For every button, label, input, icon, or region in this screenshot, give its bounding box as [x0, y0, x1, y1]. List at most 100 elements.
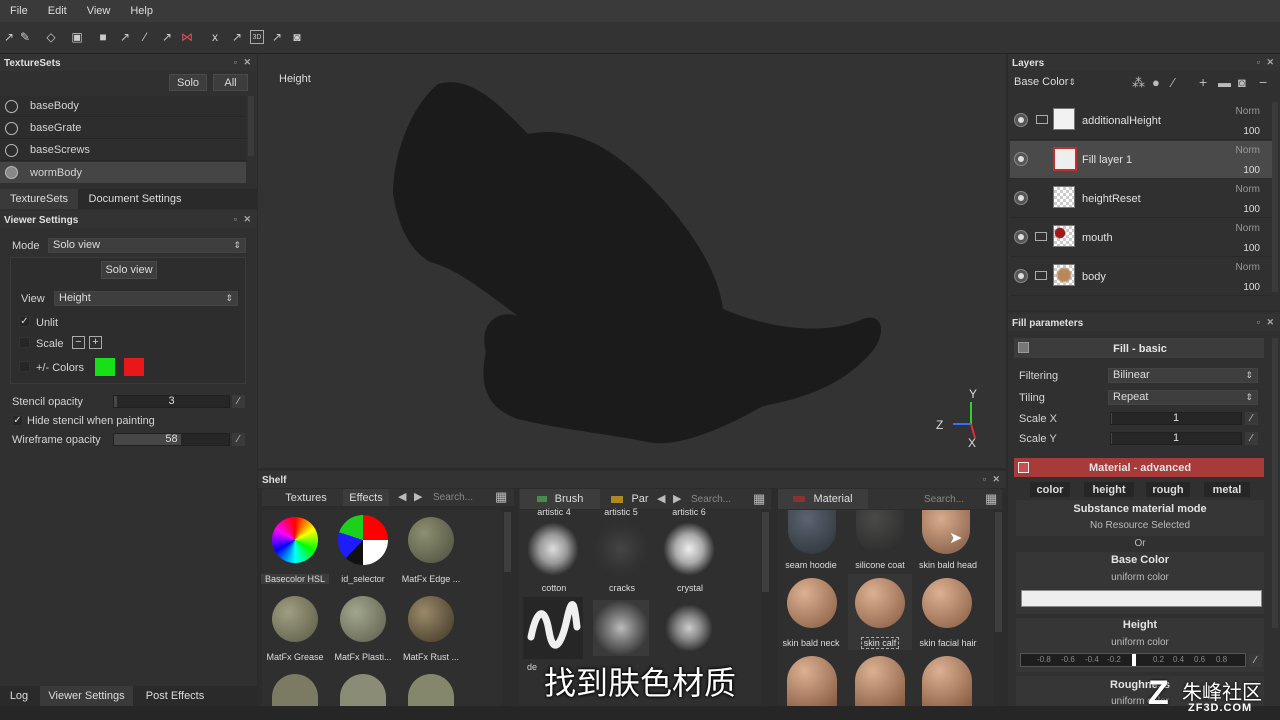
visibility-eye-icon[interactable] [1014, 152, 1028, 166]
base-color-swatch[interactable] [1021, 590, 1262, 607]
grid-view-icon[interactable]: ▦ [495, 489, 507, 505]
popout-icon[interactable]: ↗ [160, 30, 174, 44]
colors-checkbox[interactable] [19, 361, 30, 372]
add-layer-icon[interactable]: + [1199, 74, 1207, 90]
shelf-search-brush[interactable]: Search... [691, 494, 731, 505]
polygon-fill-icon[interactable]: ■ [96, 30, 110, 44]
layer-blend-mode[interactable]: Norm [1236, 145, 1260, 156]
viewport[interactable]: Height Y Z X [258, 54, 1006, 468]
textureset-item-basescrews[interactable]: baseScrews [0, 140, 246, 161]
cotton-brush-thumb[interactable] [525, 520, 581, 578]
solo-view-button[interactable]: Solo view [101, 261, 157, 279]
visibility-eye-icon[interactable] [1014, 191, 1028, 205]
shelf-search-textures[interactable]: Search... [433, 492, 473, 503]
height-slider-thumb[interactable] [1132, 654, 1136, 666]
popout-icon[interactable]: ▫ [1257, 57, 1260, 67]
popout-icon[interactable]: ▫ [234, 214, 237, 224]
popout-icon[interactable]: ↗ [118, 30, 132, 44]
edit-value-icon[interactable]: ⁄ [1245, 412, 1258, 425]
symmetry-icon[interactable]: ⋈ [180, 30, 194, 44]
symmetry-x-icon[interactable]: x [208, 30, 222, 44]
visibility-eye-icon[interactable] [1014, 230, 1028, 244]
layer-row-heightreset[interactable]: heightReset Norm 100 [1010, 180, 1272, 218]
prev-icon[interactable]: ◀ [657, 492, 665, 505]
add-folder-icon[interactable]: ▬ [1218, 75, 1231, 90]
scrollbar[interactable] [1272, 338, 1278, 628]
plus-icon[interactable]: + [89, 336, 102, 349]
cracks-brush-thumb[interactable] [593, 520, 649, 578]
layer-blend-mode[interactable]: Norm [1236, 106, 1260, 117]
wireframe-slider[interactable]: 58 [113, 433, 230, 446]
skin-facial-hair-thumb[interactable] [922, 578, 972, 628]
minus-icon[interactable]: − [72, 336, 85, 349]
channel-height-button[interactable]: height [1084, 482, 1134, 497]
layer-opacity[interactable]: 100 [1243, 204, 1260, 215]
visibility-eye-icon[interactable] [1014, 269, 1028, 283]
solo-button[interactable]: Solo [169, 74, 207, 91]
channel-select[interactable]: Base Color [1010, 76, 1080, 91]
layer-blend-mode[interactable]: Norm [1236, 184, 1260, 195]
scrollbar[interactable] [995, 512, 1002, 632]
popout-icon[interactable]: ↗ [270, 30, 284, 44]
tab-texturesets[interactable]: TextureSets [0, 189, 78, 209]
popout-icon[interactable]: ▫ [1257, 317, 1260, 327]
layer-opacity[interactable]: 100 [1243, 165, 1260, 176]
menu-view[interactable]: View [87, 5, 111, 17]
matfx-rust-thumb[interactable] [408, 596, 454, 642]
stencil-opacity-slider[interactable]: 3 [113, 395, 230, 408]
layer-row-additionalheight[interactable]: additionalHeight Norm 100 [1010, 102, 1272, 140]
skin-material-thumb[interactable] [922, 656, 972, 706]
paint-brush-icon[interactable]: ✎ [18, 30, 32, 44]
layer-blend-mode[interactable]: Norm [1236, 262, 1260, 273]
skin-bald-neck-thumb[interactable] [787, 578, 837, 628]
delete-layer-icon[interactable]: − [1259, 74, 1267, 90]
layer-blend-mode[interactable]: Norm [1236, 223, 1260, 234]
skin-material-thumb[interactable] [855, 656, 905, 706]
popout-icon[interactable]: ▫ [234, 57, 237, 67]
layer-opacity[interactable]: 100 [1243, 126, 1260, 137]
textureset-item-wormbody[interactable]: wormBody [0, 162, 246, 183]
visibility-eye-icon[interactable] [1014, 113, 1028, 127]
close-icon[interactable]: ✕ [243, 214, 251, 225]
tab-post-effects[interactable]: Post Effects [136, 686, 214, 706]
grid-view-icon[interactable]: ▦ [753, 491, 765, 507]
mask-icon[interactable]: ● [1152, 75, 1160, 90]
tab-material[interactable]: Material [778, 489, 868, 509]
folder-icon[interactable] [1035, 271, 1047, 280]
shelf-search-material[interactable]: Search... [924, 494, 964, 505]
tab-effects[interactable]: Effects [343, 489, 389, 506]
tab-brush[interactable]: Brush [520, 489, 600, 509]
tab-textures[interactable]: Textures [282, 489, 330, 506]
edit-value-icon[interactable]: ⁄ [232, 433, 245, 446]
grid-view-icon[interactable]: ▦ [985, 491, 997, 507]
tab-viewer-settings[interactable]: Viewer Settings [40, 686, 133, 706]
filtering-select[interactable]: Bilinear [1108, 368, 1258, 383]
textureset-item-basegrate[interactable]: baseGrate [0, 118, 246, 139]
popout-icon[interactable]: ↗ [230, 30, 244, 44]
eraser-icon[interactable]: ◇ [44, 30, 58, 44]
matfx-grease-thumb[interactable] [272, 596, 318, 642]
hide-stencil-checkbox[interactable]: ✓ [12, 415, 23, 426]
plus-color-swatch[interactable] [95, 358, 115, 376]
no-resource-text[interactable]: No Resource Selected [1016, 520, 1264, 531]
edit-value-icon[interactable]: ⁄ [1249, 654, 1262, 667]
scrollbar[interactable] [762, 512, 769, 592]
next-icon[interactable]: ▶ [414, 490, 422, 503]
height-slider[interactable]: -0.8 -0.6 -0.4 -0.2 0.2 0.4 0.6 0.8 [1020, 653, 1246, 667]
tab-document-settings[interactable]: Document Settings [80, 189, 190, 209]
close-icon[interactable]: ✕ [243, 57, 251, 68]
mode-select[interactable]: Solo view [48, 238, 246, 253]
next-icon[interactable]: ▶ [673, 492, 681, 505]
channel-metal-button[interactable]: metal [1204, 482, 1250, 497]
close-icon[interactable]: ✕ [1266, 57, 1274, 68]
edit-value-icon[interactable]: ⁄ [232, 395, 245, 408]
menu-help[interactable]: Help [130, 5, 153, 17]
prev-icon[interactable]: ◀ [398, 490, 406, 503]
layer-row-mouth[interactable]: mouth Norm 100 [1010, 219, 1272, 257]
brush-thumb-selected[interactable] [523, 597, 583, 659]
matfx-plastic-thumb[interactable] [340, 596, 386, 642]
minus-color-swatch[interactable] [124, 358, 144, 376]
edit-value-icon[interactable]: ⁄ [1245, 432, 1258, 445]
scrollbar[interactable] [248, 96, 254, 156]
close-icon[interactable]: ✕ [992, 474, 1000, 485]
